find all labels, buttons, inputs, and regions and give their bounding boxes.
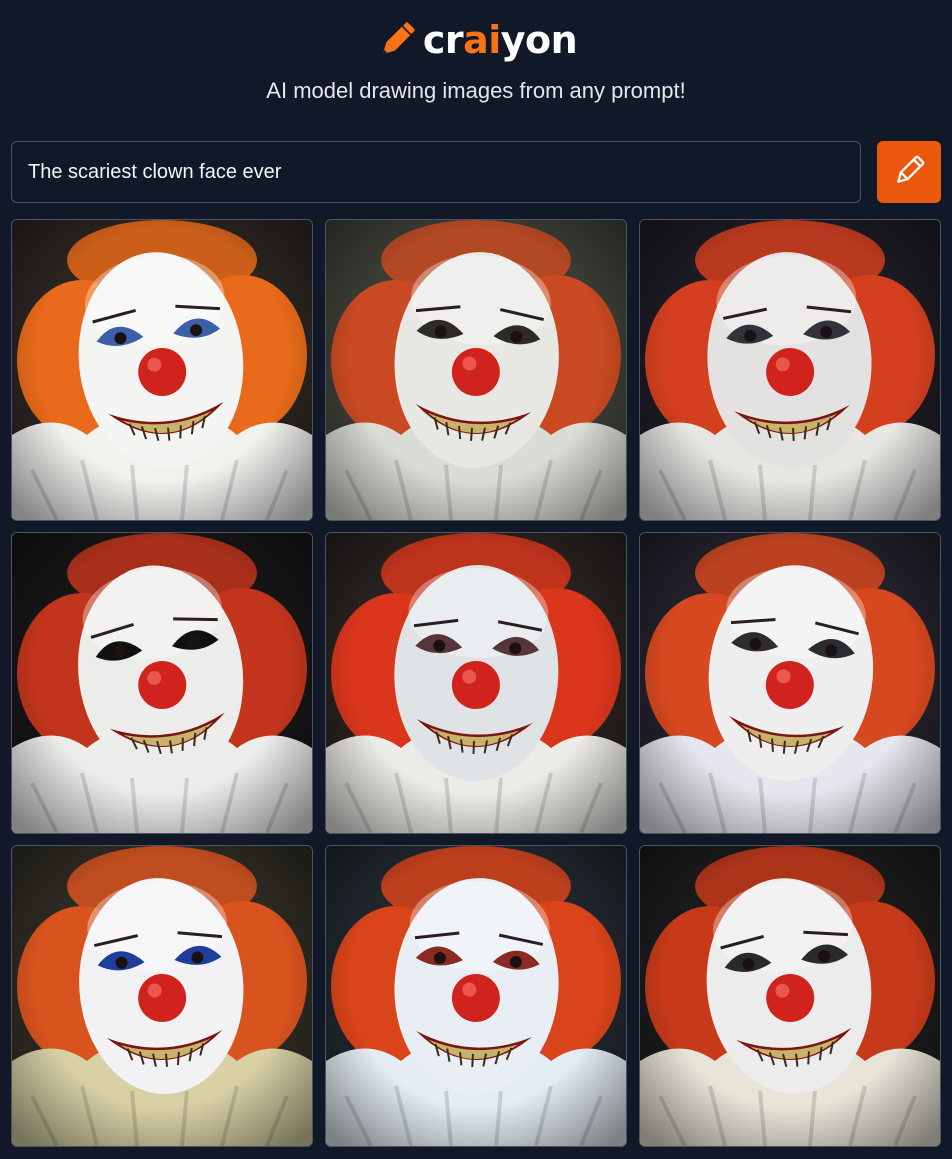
clown-face-image	[326, 846, 626, 1146]
draw-button[interactable]	[877, 141, 941, 203]
clown-face-image	[640, 533, 940, 833]
result-image[interactable]	[11, 532, 313, 834]
result-image[interactable]	[325, 219, 627, 521]
result-image[interactable]	[11, 219, 313, 521]
clown-face-image	[326, 220, 626, 520]
brand-header[interactable]: craiyon	[0, 14, 952, 66]
craiyon-page: craiyon AI model drawing images from any…	[0, 0, 952, 1159]
brand-name-suffix: yon	[500, 18, 578, 62]
clown-face-image	[12, 220, 312, 520]
tagline: AI model drawing images from any prompt!	[266, 78, 686, 103]
result-image[interactable]	[639, 532, 941, 834]
clown-face-image	[12, 533, 312, 833]
brand-name-highlight: ai	[463, 18, 501, 62]
pencil-icon	[890, 152, 928, 193]
clown-face-image	[12, 846, 312, 1146]
brand-name-prefix: cr	[422, 18, 464, 62]
result-image[interactable]	[11, 845, 313, 1147]
result-image[interactable]	[639, 845, 941, 1147]
result-image[interactable]	[325, 845, 627, 1147]
prompt-input[interactable]	[11, 141, 861, 203]
clown-face-image	[640, 220, 940, 520]
pencil-icon	[375, 18, 419, 62]
clown-face-image	[640, 846, 940, 1146]
brand-logo-text: craiyon	[422, 18, 578, 62]
results-grid	[11, 219, 941, 1147]
result-image[interactable]	[325, 532, 627, 834]
clown-face-image	[326, 533, 626, 833]
result-image[interactable]	[639, 219, 941, 521]
